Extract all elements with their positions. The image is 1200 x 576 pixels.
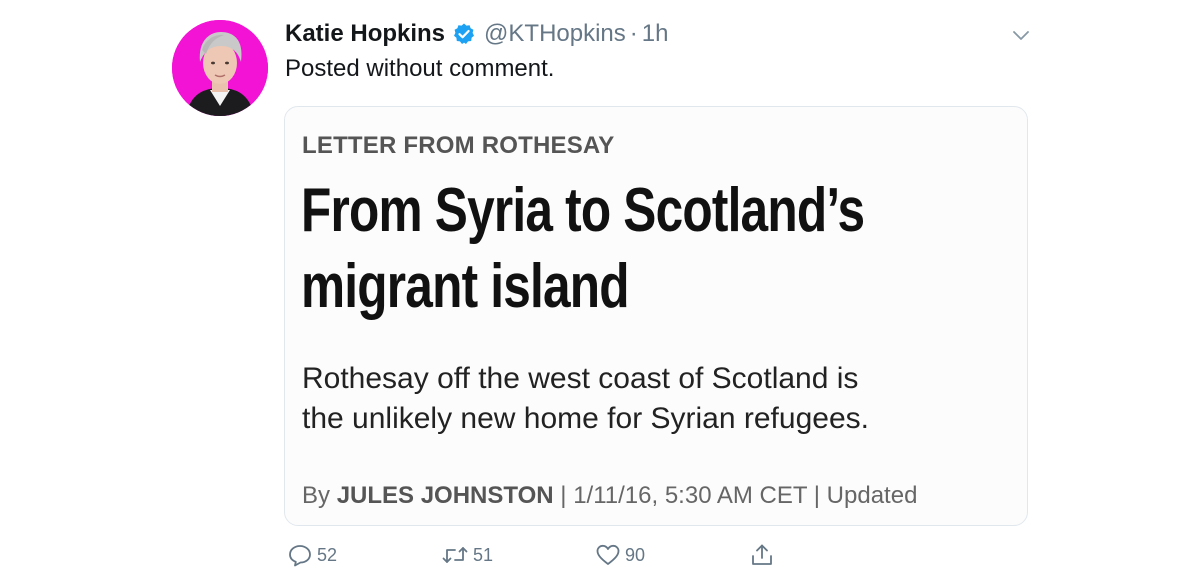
byline-author: JULES JOHNSTON: [336, 482, 554, 509]
tweet-header: Katie Hopkins @KTHopkins · 1h: [285, 18, 668, 50]
link-card[interactable]: LETTER FROM ROTHESAY From Syria to Scotl…: [284, 106, 1028, 526]
chevron-down-icon[interactable]: [1010, 24, 1032, 46]
reply-count: 52: [317, 544, 338, 565]
card-headline-line: migrant island: [301, 252, 630, 321]
share-icon: [749, 542, 775, 568]
reply-button[interactable]: 52: [287, 540, 337, 570]
timestamp[interactable]: 1h: [642, 20, 669, 48]
tweet-actions: 52 51 90: [0, 540, 1200, 570]
card-summary-line: the unlikely new home for Syrian refugee…: [302, 402, 869, 435]
retweet-count: 51: [473, 544, 494, 565]
heart-icon: [595, 542, 621, 568]
tweet-text: Posted without comment.: [285, 55, 555, 82]
card-headline: From Syria to Scotland’s migrant island: [301, 173, 877, 325]
byline-date: | 1/11/16, 5:30 AM CET | Updated: [553, 482, 918, 509]
reply-icon: [287, 542, 313, 568]
verified-badge-icon: [452, 22, 476, 46]
retweet-icon: [441, 542, 469, 568]
like-button[interactable]: 90: [595, 540, 645, 570]
card-summary: Rothesay off the west coast of Scotland …: [302, 359, 869, 439]
like-count: 90: [625, 544, 646, 565]
avatar[interactable]: [172, 20, 268, 116]
byline-prefix: By: [302, 482, 337, 509]
user-handle[interactable]: @KTHopkins: [484, 20, 626, 48]
display-name[interactable]: Katie Hopkins: [285, 20, 445, 48]
retweet-button[interactable]: 51: [441, 540, 493, 570]
card-kicker: LETTER FROM ROTHESAY: [302, 132, 615, 159]
card-byline: By JULES JOHNSTON | 1/11/16, 5:30 AM CET…: [302, 482, 917, 510]
share-button[interactable]: [749, 540, 775, 570]
card-headline-line: From Syria to Scotland’s: [301, 176, 865, 245]
separator-dot: ·: [629, 20, 638, 47]
card-summary-line: Rothesay off the west coast of Scotland …: [302, 362, 859, 395]
